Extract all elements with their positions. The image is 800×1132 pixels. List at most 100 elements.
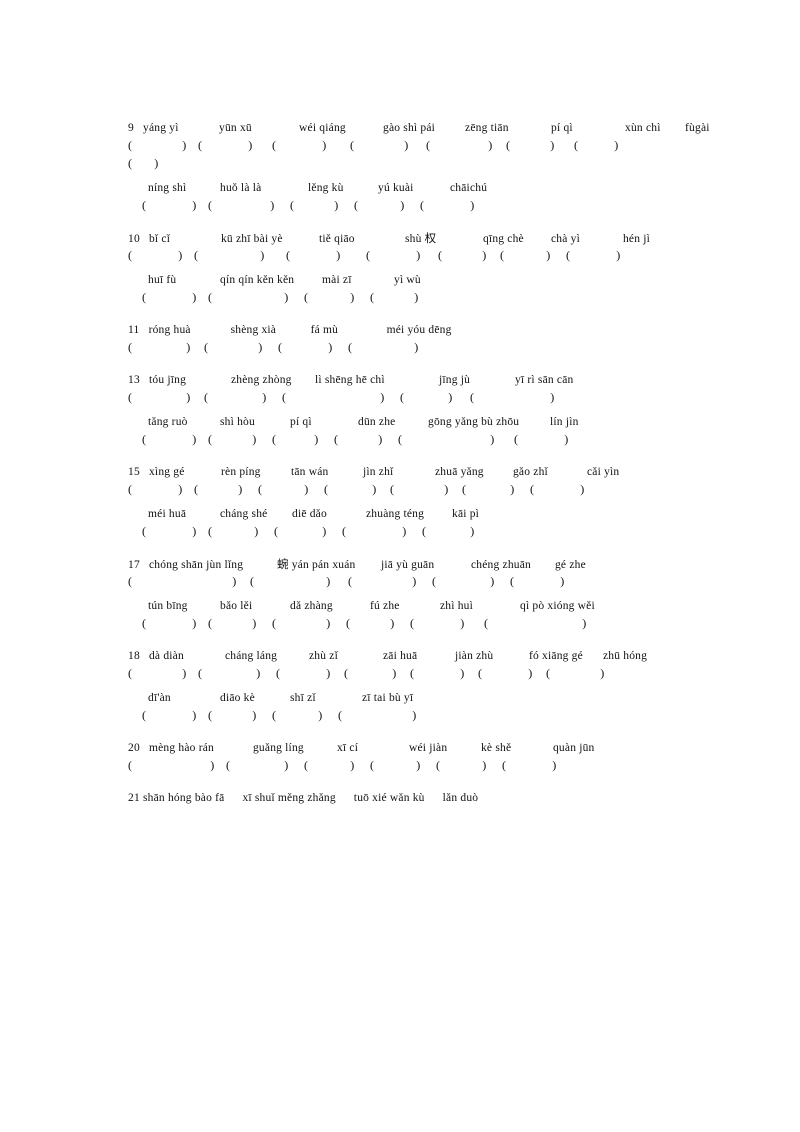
blank-space[interactable] [354,136,404,154]
blank-space[interactable] [482,664,528,682]
answer-blank[interactable]: ( ) [406,664,476,682]
blank-space[interactable] [132,756,210,774]
blank-space[interactable] [132,136,182,154]
blank-space[interactable] [440,756,482,774]
answer-blank[interactable]: ( ) [142,196,204,214]
blank-space[interactable] [212,706,252,724]
blank-space[interactable] [348,664,392,682]
blank-space[interactable] [202,664,256,682]
answer-blank[interactable]: ( ) [476,664,542,682]
blank-space[interactable] [202,136,248,154]
answer-blank[interactable]: ( ) [418,522,486,540]
answer-blank[interactable]: ( ) [198,338,276,356]
answer-blank[interactable]: ( ) [286,196,350,214]
blank-space[interactable] [146,706,192,724]
blank-space[interactable] [352,572,412,590]
blank-space[interactable] [282,338,328,356]
answer-blank[interactable]: ( ) [458,480,526,498]
blank-space[interactable] [474,388,550,406]
answer-blank[interactable]: ( ) [128,154,166,172]
answer-blank[interactable]: ( ) [204,288,300,306]
answer-blank[interactable]: ( ) [244,572,344,590]
answer-blank[interactable]: ( ) [280,388,394,406]
blank-space[interactable] [146,430,192,448]
answer-blank[interactable]: ( ) [406,614,476,632]
blank-space[interactable] [146,522,192,540]
answer-blank[interactable]: ( ) [320,480,388,498]
answer-blank[interactable]: ( ) [416,196,486,214]
answer-blank[interactable]: ( ) [204,196,286,214]
blank-space[interactable] [276,136,322,154]
answer-blank[interactable]: ( ) [496,246,562,264]
blank-space[interactable] [346,522,402,540]
answer-blank[interactable]: ( ) [342,338,432,356]
answer-blank[interactable]: ( ) [128,480,190,498]
blank-space[interactable] [374,756,416,774]
answer-blank[interactable]: ( ) [268,430,330,448]
blank-space[interactable] [212,430,252,448]
answer-blank[interactable]: ( ) [466,388,566,406]
blank-space[interactable] [504,246,546,264]
blank-space[interactable] [358,196,400,214]
blank-space[interactable] [442,246,482,264]
blank-space[interactable] [374,288,414,306]
blank-space[interactable] [280,664,326,682]
blank-space[interactable] [132,664,182,682]
blank-space[interactable] [436,572,490,590]
answer-blank[interactable]: ( ) [350,196,416,214]
blank-space[interactable] [146,614,192,632]
blank-space[interactable] [132,154,154,172]
answer-blank[interactable]: ( ) [128,338,198,356]
answer-blank[interactable]: ( ) [366,288,430,306]
blank-space[interactable] [132,480,178,498]
answer-blank[interactable]: ( ) [334,706,428,724]
blank-space[interactable] [308,756,350,774]
blank-space[interactable] [534,480,580,498]
answer-blank[interactable]: ( ) [142,288,204,306]
answer-blank[interactable]: ( ) [428,572,506,590]
blank-space[interactable] [338,430,378,448]
blank-space[interactable] [146,288,192,306]
blank-space[interactable] [132,338,186,356]
answer-blank[interactable]: ( ) [506,572,576,590]
answer-blank[interactable]: ( ) [128,664,194,682]
blank-space[interactable] [276,430,314,448]
answer-blank[interactable]: ( ) [526,480,596,498]
answer-blank[interactable]: ( ) [394,430,506,448]
answer-blank[interactable]: ( ) [194,136,264,154]
blank-space[interactable] [212,288,284,306]
blank-space[interactable] [286,388,380,406]
blank-space[interactable] [328,480,372,498]
answer-blank[interactable]: ( ) [272,664,342,682]
answer-blank[interactable]: ( ) [142,430,204,448]
blank-space[interactable] [230,756,284,774]
answer-blank[interactable]: ( ) [128,756,222,774]
blank-space[interactable] [132,388,186,406]
answer-blank[interactable]: ( ) [342,664,406,682]
answer-blank[interactable]: ( ) [142,522,204,540]
answer-blank[interactable]: ( ) [268,614,342,632]
answer-blank[interactable]: ( ) [300,756,366,774]
answer-blank[interactable]: ( ) [190,480,254,498]
answer-blank[interactable]: ( ) [562,246,632,264]
answer-blank[interactable]: ( ) [198,388,280,406]
blank-space[interactable] [278,522,322,540]
answer-blank[interactable]: ( ) [270,522,338,540]
answer-blank[interactable]: ( ) [128,388,198,406]
blank-space[interactable] [342,706,412,724]
answer-blank[interactable]: ( ) [268,706,334,724]
blank-space[interactable] [290,246,336,264]
blank-space[interactable] [404,388,448,406]
answer-blank[interactable]: ( ) [142,614,204,632]
answer-blank[interactable]: ( ) [358,246,436,264]
blank-space[interactable] [198,246,260,264]
answer-blank[interactable]: ( ) [222,756,300,774]
blank-space[interactable] [570,246,616,264]
answer-blank[interactable]: ( ) [388,480,458,498]
answer-blank[interactable]: ( ) [204,706,268,724]
answer-blank[interactable]: ( ) [566,136,634,154]
blank-space[interactable] [430,136,488,154]
answer-blank[interactable]: ( ) [342,136,424,154]
blank-space[interactable] [132,246,178,264]
blank-space[interactable] [510,136,550,154]
